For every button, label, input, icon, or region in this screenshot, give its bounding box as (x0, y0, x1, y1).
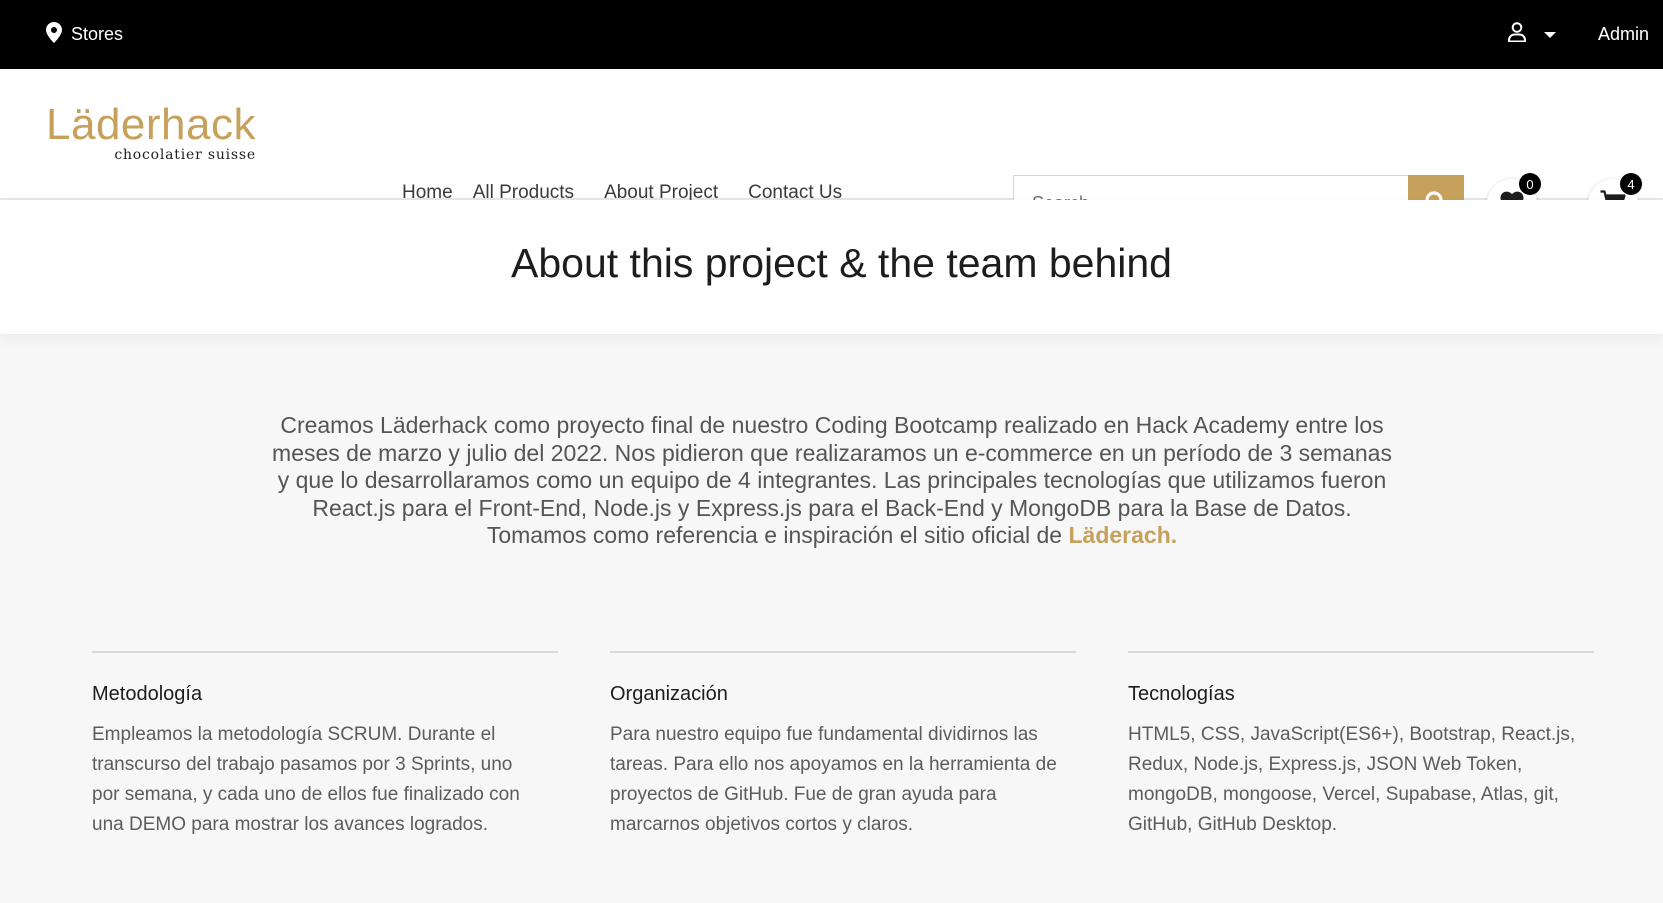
user-menu-toggle[interactable] (1507, 22, 1556, 47)
column-text: HTML5, CSS, JavaScript(ES6+), Bootstrap,… (1128, 724, 1576, 835)
info-column-organization: Organización Para nuestro equipo fue fun… (610, 651, 1076, 840)
info-column-technologies: Tecnologías HTML5, CSS, JavaScript(ES6+)… (1128, 651, 1594, 840)
intro-paragraph: Creamos Läderhack como proyecto final de… (272, 412, 1392, 550)
column-text: Para nuestro equipo fue fundamental divi… (610, 724, 1057, 835)
intro-text: Creamos Läderhack como proyecto final de… (272, 412, 1392, 548)
page-title: About this project & the team behind (511, 239, 1172, 286)
stores-link[interactable]: Stores (46, 21, 124, 48)
column-title: Tecnologías (1128, 683, 1235, 705)
logo-wordmark: Läderhack (46, 100, 256, 149)
cart-count-badge: 4 (1620, 173, 1642, 195)
user-icon (1507, 22, 1526, 47)
site-header: Läderhack chocolatier suisse Home All Pr… (0, 69, 1663, 231)
column-text: Empleamos la metodología SCRUM. Durante … (92, 724, 520, 835)
laderach-link[interactable]: Läderach. (1069, 522, 1178, 548)
info-column-methodology: Metodología Empleamos la metodología SCR… (92, 651, 558, 840)
admin-link[interactable]: Admin (1598, 24, 1649, 45)
column-title: Metodología (92, 683, 203, 705)
column-title: Organización (610, 683, 728, 705)
site-logo[interactable]: Läderhack chocolatier suisse (46, 100, 256, 164)
logo-tagline: chocolatier suisse (114, 147, 256, 163)
page-hero: About this project & the team behind (0, 200, 1663, 334)
info-columns: Metodología Empleamos la metodología SCR… (92, 651, 1594, 840)
chevron-down-icon (1543, 31, 1556, 38)
top-bar: Stores Admin (0, 0, 1663, 69)
stores-label: Stores (71, 24, 124, 44)
wishlist-count-badge: 0 (1519, 173, 1541, 195)
map-pin-icon (46, 21, 62, 48)
